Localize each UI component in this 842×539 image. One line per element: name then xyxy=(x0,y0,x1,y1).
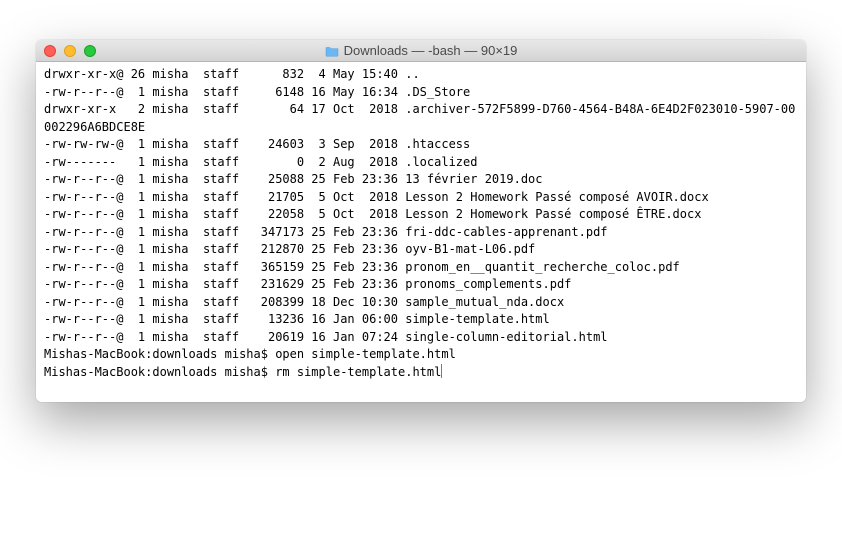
folder-icon xyxy=(325,45,339,56)
listing-line: -rw-rw-rw-@ 1 misha staff 24603 3 Sep 20… xyxy=(44,136,798,154)
listing-line: drwxr-xr-x 2 misha staff 64 17 Oct 2018 … xyxy=(44,101,798,136)
minimize-button[interactable] xyxy=(64,45,76,57)
terminal-body[interactable]: drwxr-xr-x@ 26 misha staff 832 4 May 15:… xyxy=(36,62,806,402)
listing-line: -rw-r--r--@ 1 misha staff 208399 18 Dec … xyxy=(44,294,798,312)
listing-line: -rw-r--r--@ 1 misha staff 6148 16 May 16… xyxy=(44,84,798,102)
prompt-prefix: Mishas-MacBook:downloads misha$ xyxy=(44,347,275,361)
listing-line: -rw-r--r--@ 1 misha staff 21705 5 Oct 20… xyxy=(44,189,798,207)
listing-line: -rw-r--r--@ 1 misha staff 212870 25 Feb … xyxy=(44,241,798,259)
prompt-line: Mishas-MacBook:downloads misha$ rm simpl… xyxy=(44,364,798,382)
listing-line: -rw------- 1 misha staff 0 2 Aug 2018 .l… xyxy=(44,154,798,172)
command-text: rm simple-template.html xyxy=(275,365,441,379)
listing-line: -rw-r--r--@ 1 misha staff 22058 5 Oct 20… xyxy=(44,206,798,224)
window-title: Downloads — -bash — 90×19 xyxy=(344,43,518,58)
titlebar: Downloads — -bash — 90×19 xyxy=(36,40,806,62)
listing-line: -rw-r--r--@ 1 misha staff 20619 16 Jan 0… xyxy=(44,329,798,347)
listing-line: drwxr-xr-x@ 26 misha staff 832 4 May 15:… xyxy=(44,66,798,84)
listing-line: -rw-r--r--@ 1 misha staff 365159 25 Feb … xyxy=(44,259,798,277)
listing-line: -rw-r--r--@ 1 misha staff 25088 25 Feb 2… xyxy=(44,171,798,189)
listing-line: -rw-r--r--@ 1 misha staff 13236 16 Jan 0… xyxy=(44,311,798,329)
command-text: open simple-template.html xyxy=(275,347,456,361)
window-title-wrap: Downloads — -bash — 90×19 xyxy=(44,43,798,58)
listing-line: -rw-r--r--@ 1 misha staff 347173 25 Feb … xyxy=(44,224,798,242)
maximize-button[interactable] xyxy=(84,45,96,57)
prompt-prefix: Mishas-MacBook:downloads misha$ xyxy=(44,365,275,379)
close-button[interactable] xyxy=(44,45,56,57)
listing-line: -rw-r--r--@ 1 misha staff 231629 25 Feb … xyxy=(44,276,798,294)
terminal-window: Downloads — -bash — 90×19 drwxr-xr-x@ 26… xyxy=(36,40,806,402)
traffic-lights xyxy=(44,45,96,57)
prompt-line: Mishas-MacBook:downloads misha$ open sim… xyxy=(44,346,798,364)
cursor xyxy=(441,364,442,378)
